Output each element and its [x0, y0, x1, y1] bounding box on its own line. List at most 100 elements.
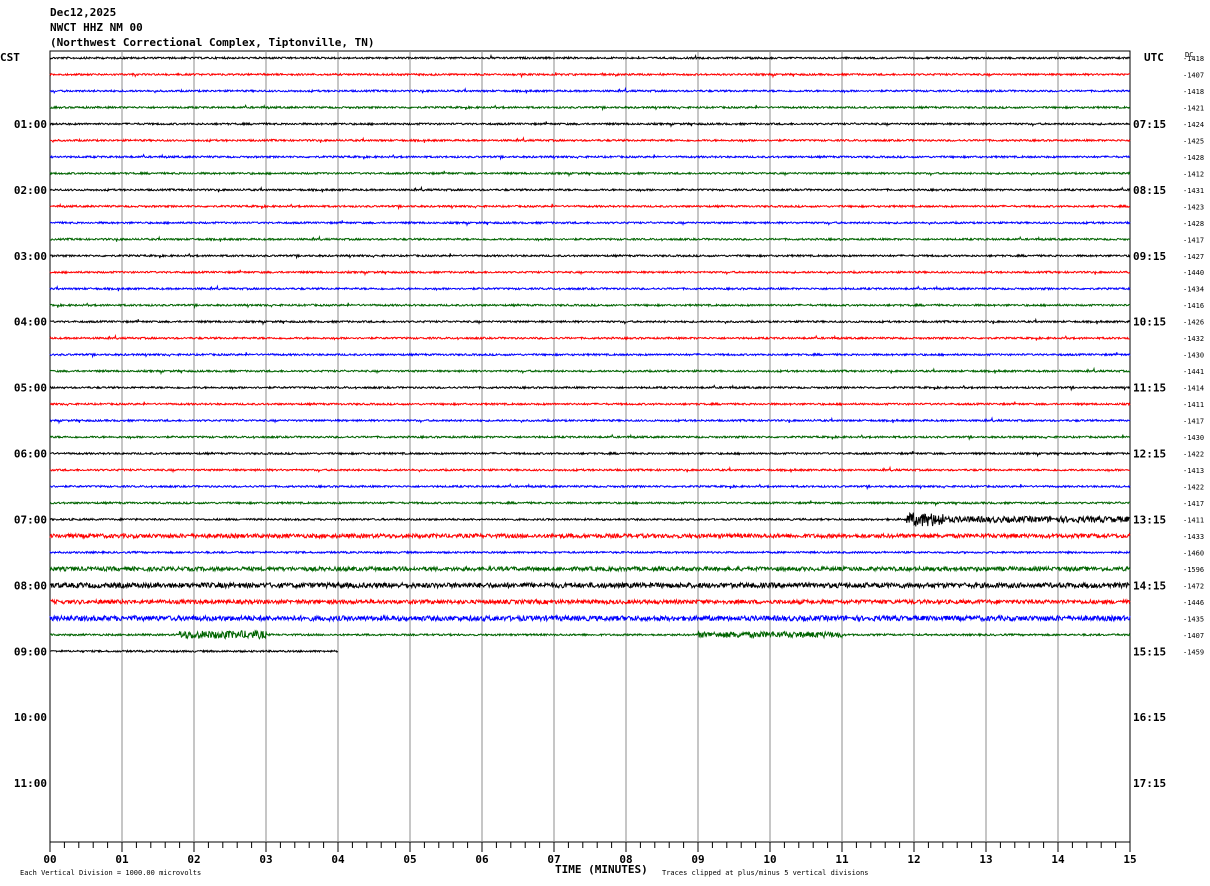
dc-offset-label: -1430	[1183, 352, 1204, 360]
dc-offset-label: -1446	[1183, 599, 1204, 607]
trace-layer	[49, 53, 1131, 654]
dc-offset-label: -1433	[1183, 533, 1204, 541]
x-axis-title: TIME (MINUTES)	[555, 863, 648, 876]
x-tick-label: 01	[115, 853, 129, 866]
dc-offset-label: -1596	[1183, 566, 1204, 574]
seismic-trace	[50, 234, 1131, 242]
right-hour-label: 10:15	[1133, 316, 1166, 329]
x-tick-label: 14	[1051, 853, 1065, 866]
x-tick-label: 05	[403, 853, 416, 866]
left-hour-label: 04:00	[14, 316, 47, 329]
seismic-trace	[49, 564, 1131, 573]
dc-offset-label: -1432	[1183, 335, 1204, 343]
seismic-trace	[49, 170, 1131, 178]
seismic-trace	[49, 302, 1131, 310]
right-hour-label: 07:15	[1133, 118, 1166, 131]
left-hour-label: 10:00	[14, 711, 47, 724]
plot-frame	[49, 50, 1131, 843]
seismic-trace	[49, 136, 1131, 143]
dc-offset-label: -1430	[1183, 434, 1204, 442]
seismic-trace	[49, 252, 1131, 260]
seismic-trace	[49, 450, 1131, 458]
dc-offset-label: -1460	[1183, 549, 1204, 557]
dc-offset-label: -1421	[1183, 104, 1204, 112]
seismic-trace	[49, 121, 1130, 128]
x-tick-label: 13	[979, 853, 992, 866]
x-tick-label: 00	[43, 853, 56, 866]
seismic-trace	[49, 103, 1131, 112]
x-tick-label: 06	[475, 853, 489, 866]
x-tick-label: 03	[259, 853, 272, 866]
dc-offset-label: -1426	[1183, 319, 1204, 327]
left-hour-label: 01:00	[14, 118, 47, 131]
seismic-trace	[49, 352, 1131, 359]
right-hour-label: 12:15	[1133, 448, 1166, 461]
right-hour-label: 14:15	[1133, 579, 1166, 592]
dc-offset-label: -1424	[1183, 121, 1204, 129]
seismic-trace	[49, 53, 1130, 61]
x-tick-label: 15	[1123, 853, 1136, 866]
dc-offset-label: -1417	[1183, 418, 1204, 426]
dc-offset-label: -1411	[1183, 516, 1204, 524]
dc-offset-label: -1441	[1183, 368, 1204, 376]
left-hour-label: 08:00	[14, 579, 47, 592]
dc-offset-label: -1407	[1183, 632, 1204, 640]
seismic-trace	[49, 416, 1131, 425]
footer-clip-note: Traces clipped at plus/minus 5 vertical …	[662, 869, 869, 877]
dc-offset-label: -1459	[1183, 648, 1204, 656]
dc-offset-label: -1407	[1183, 71, 1204, 79]
dc-offset-label: -1434	[1183, 286, 1204, 294]
header-station: NWCT HHZ NM 00	[50, 21, 143, 34]
helicorder-chart: Dec12,2025 NWCT HHZ NM 00 (Northwest Cor…	[0, 6, 1204, 877]
seismic-trace	[49, 153, 1131, 161]
seismic-trace	[50, 597, 1131, 606]
dc-offset-label: -1413	[1183, 467, 1204, 475]
seismic-trace	[49, 581, 1131, 590]
footer-scale-note: Each Vertical Division = 1000.00 microvo…	[20, 869, 201, 877]
seismic-trace	[49, 220, 1131, 227]
left-hour-label: 06:00	[14, 448, 47, 461]
dc-offset-label: -1417	[1183, 500, 1204, 508]
dc-offset-label: -1418	[1183, 88, 1204, 96]
dc-offset-label: -1440	[1183, 269, 1204, 277]
seismic-trace	[49, 333, 1130, 341]
dc-offset-label: -1431	[1183, 187, 1204, 195]
dc-offset-label: -1472	[1183, 582, 1204, 590]
seismic-trace	[49, 433, 1131, 441]
dc-offset-label: -1427	[1183, 253, 1204, 261]
dc-offset-label: -1423	[1183, 203, 1204, 211]
right-timezone-label: UTC	[1144, 51, 1164, 64]
dc-offset-label: -1418	[1183, 55, 1204, 63]
right-hour-label: 11:15	[1133, 382, 1166, 395]
left-hour-label: 02:00	[14, 184, 47, 197]
dc-offset-label: -1435	[1183, 615, 1204, 623]
seismic-trace	[49, 613, 1131, 623]
seismic-trace	[49, 482, 1131, 491]
seismic-trace	[49, 511, 1131, 527]
x-tick-label: 10	[763, 853, 776, 866]
seismic-trace	[49, 532, 1131, 540]
seismic-trace	[49, 549, 1131, 555]
seismic-trace	[49, 71, 1131, 79]
seismic-trace	[49, 317, 1131, 326]
right-hour-label: 08:15	[1133, 184, 1166, 197]
dc-offset-label: -1417	[1183, 236, 1204, 244]
left-hour-label: 09:00	[14, 645, 47, 658]
dc-offset-label: -1425	[1183, 137, 1204, 145]
seismic-trace	[49, 366, 1131, 376]
header-location: (Northwest Correctional Complex, Tiptonv…	[50, 36, 375, 49]
left-hour-label: 11:00	[14, 777, 47, 790]
dc-offset-label: -1422	[1183, 451, 1204, 459]
x-tick-label: 11	[835, 853, 849, 866]
x-tick-label: 02	[187, 853, 200, 866]
right-hour-label: 15:15	[1133, 645, 1166, 658]
seismic-trace	[49, 384, 1131, 392]
dc-offset-label: -1411	[1183, 401, 1204, 409]
seismic-trace	[49, 269, 1131, 277]
dc-offset-label: -1416	[1183, 302, 1204, 310]
dc-offset-label: -1422	[1183, 483, 1204, 491]
left-hour-label: 07:00	[14, 513, 47, 526]
dc-offset-label: -1428	[1183, 154, 1204, 162]
seismic-trace	[49, 284, 1131, 292]
x-tick-label: 04	[331, 853, 345, 866]
